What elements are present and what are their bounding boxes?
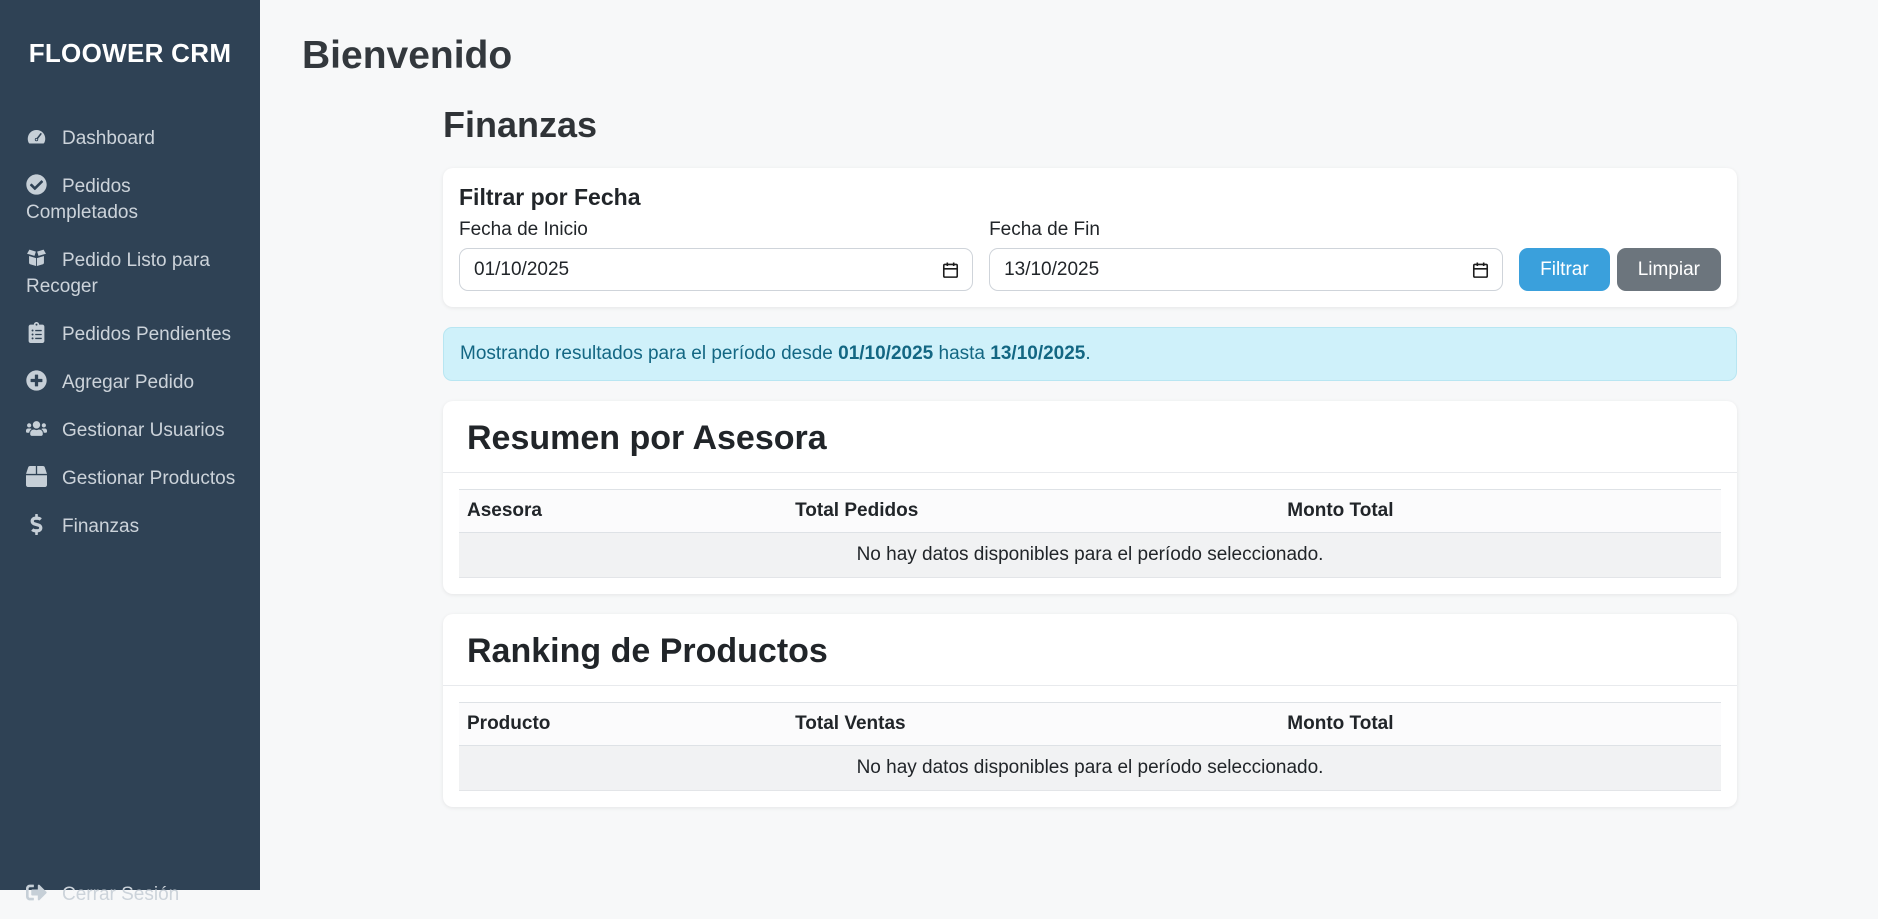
filter-row: Fecha de Inicio Fecha de Fin Filtrar L	[459, 219, 1721, 291]
column-header: Producto	[459, 702, 788, 746]
sidebar-item-dashboard[interactable]: Dashboard	[0, 115, 260, 163]
sidebar-item-cerrar-sesion[interactable]: Cerrar Sesión	[0, 871, 260, 919]
box-icon	[26, 466, 47, 487]
summary-table: Asesora Total Pedidos Monto Total No hay…	[459, 489, 1721, 578]
empty-message: No hay datos disponibles para el período…	[459, 532, 1721, 578]
ranking-card-header: Ranking de Productos	[443, 614, 1737, 686]
summary-title: Resumen por Asesora	[467, 419, 827, 457]
summary-card: Resumen por Asesora Asesora Total Pedido…	[443, 401, 1737, 594]
main-content: Bienvenido Finanzas Filtrar por Fecha Fe…	[260, 0, 1878, 890]
section-title: Finanzas	[443, 104, 598, 145]
column-header: Total Ventas	[787, 702, 1280, 746]
sidebar-item-agregar-pedido[interactable]: Agregar Pedido	[0, 359, 260, 407]
table-header-row: Producto Total Ventas Monto Total	[459, 702, 1721, 746]
column-header: Total Pedidos	[787, 489, 1280, 533]
column-header: Monto Total	[1279, 702, 1721, 746]
start-date-input[interactable]	[459, 248, 974, 291]
sidebar-nav: Dashboard Pedidos Completados Pedido Lis…	[0, 115, 260, 551]
sidebar-item-label: Agregar Pedido	[62, 372, 195, 393]
sidebar-item-label: Gestionar Usuarios	[62, 420, 225, 441]
ranking-card: Ranking de Productos Producto Total Vent…	[443, 614, 1737, 807]
empty-row: No hay datos disponibles para el período…	[459, 745, 1721, 791]
table-header-row: Asesora Total Pedidos Monto Total	[459, 489, 1721, 533]
finanzas-section: Finanzas Filtrar por Fecha Fecha de Inic…	[443, 104, 1737, 807]
calendar-icon[interactable]	[1471, 260, 1490, 279]
page-title: Bienvenido	[302, 34, 513, 77]
dollar-icon	[26, 514, 47, 535]
period-alert: Mostrando resultados para el período des…	[443, 327, 1737, 381]
sidebar: FLOOWER CRM Dashboard Pedidos Completado…	[0, 0, 260, 905]
date-filter-card: Filtrar por Fecha Fecha de Inicio Fecha …	[443, 168, 1737, 307]
filter-buttons: Filtrar Limpiar	[1519, 248, 1721, 291]
alert-text: .	[1085, 343, 1091, 364]
summary-card-header: Resumen por Asesora	[443, 401, 1737, 473]
sidebar-item-pedidos-pendientes[interactable]: Pedidos Pendientes	[0, 311, 260, 359]
alert-text: hasta	[933, 343, 991, 364]
empty-message: No hay datos disponibles para el período…	[459, 745, 1721, 791]
empty-row: No hay datos disponibles para el período…	[459, 532, 1721, 578]
check-circle-icon	[26, 174, 47, 195]
clipboard-icon	[26, 322, 47, 343]
dashboard-icon	[26, 126, 47, 147]
column-header: Monto Total	[1279, 489, 1721, 533]
end-date-group: Fecha de Fin	[989, 219, 1504, 291]
filter-title: Filtrar por Fecha	[459, 184, 641, 210]
alert-end-date: 13/10/2025	[990, 343, 1086, 364]
alert-text: Mostrando resultados para el período des…	[460, 343, 839, 364]
ranking-title: Ranking de Productos	[467, 632, 828, 670]
sidebar-item-pedidos-completados[interactable]: Pedidos Completados	[0, 163, 260, 237]
column-header: Asesora	[459, 489, 788, 533]
users-icon	[26, 418, 47, 439]
end-date-label: Fecha de Fin	[989, 219, 1100, 240]
sidebar-item-label: Finanzas	[62, 516, 140, 537]
sidebar-item-gestionar-productos[interactable]: Gestionar Productos	[0, 455, 260, 503]
plus-circle-icon	[26, 370, 47, 391]
calendar-icon[interactable]	[941, 260, 960, 279]
clear-button[interactable]: Limpiar	[1616, 248, 1721, 291]
box-open-icon	[26, 248, 47, 269]
start-date-group: Fecha de Inicio	[459, 219, 974, 291]
app-title: FLOOWER CRM	[28, 38, 232, 68]
sidebar-item-finanzas[interactable]: Finanzas	[0, 503, 260, 551]
sidebar-item-label: Cerrar Sesión	[62, 884, 180, 905]
sidebar-item-label: Gestionar Productos	[62, 468, 236, 489]
filter-button[interactable]: Filtrar	[1519, 248, 1610, 291]
alert-start-date: 01/10/2025	[838, 343, 934, 364]
sidebar-item-pedido-listo[interactable]: Pedido Listo para Recoger	[0, 237, 260, 311]
sidebar-item-label: Pedido Listo para Recoger	[26, 250, 210, 297]
sidebar-item-label: Dashboard	[62, 128, 155, 149]
sidebar-item-gestionar-usuarios[interactable]: Gestionar Usuarios	[0, 407, 260, 455]
ranking-table: Producto Total Ventas Monto Total No hay…	[459, 702, 1721, 791]
sign-out-icon	[26, 882, 47, 903]
sidebar-item-label: Pedidos Pendientes	[62, 324, 232, 345]
start-date-label: Fecha de Inicio	[459, 219, 588, 240]
end-date-input[interactable]	[989, 248, 1504, 291]
